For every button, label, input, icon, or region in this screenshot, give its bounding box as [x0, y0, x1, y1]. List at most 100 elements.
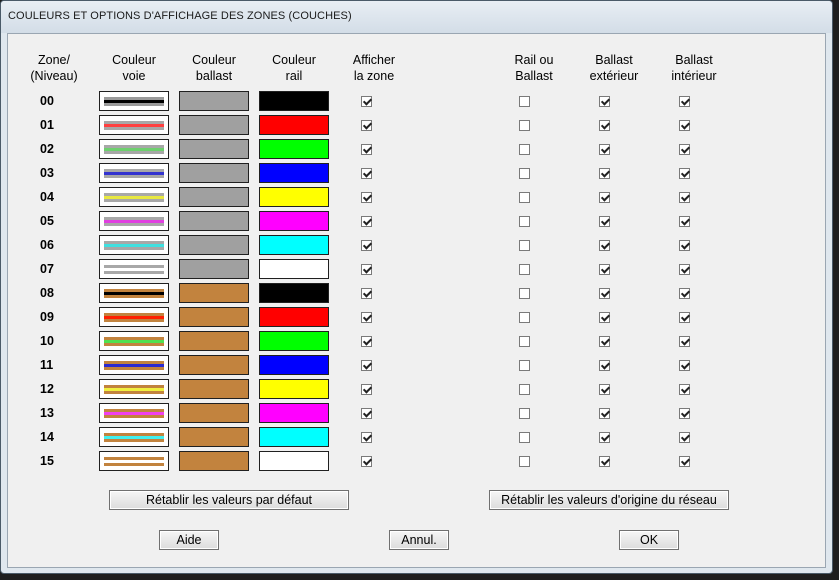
track-color-swatch[interactable] — [99, 91, 169, 111]
ballast-interior-checkbox[interactable] — [679, 432, 690, 443]
show-zone-checkbox[interactable] — [361, 408, 372, 419]
rail-or-ballast-checkbox[interactable] — [519, 120, 530, 131]
ballast-interior-checkbox[interactable] — [679, 264, 690, 275]
rail-color-swatch[interactable] — [259, 211, 329, 231]
ballast-color-swatch[interactable] — [179, 211, 249, 231]
show-zone-checkbox[interactable] — [361, 264, 372, 275]
rail-color-swatch[interactable] — [259, 451, 329, 471]
track-color-swatch[interactable] — [99, 187, 169, 207]
track-color-swatch[interactable] — [99, 115, 169, 135]
rail-or-ballast-checkbox[interactable] — [519, 216, 530, 227]
rail-or-ballast-checkbox[interactable] — [519, 360, 530, 371]
ballast-exterior-checkbox[interactable] — [599, 240, 610, 251]
track-color-swatch[interactable] — [99, 235, 169, 255]
ballast-color-swatch[interactable] — [179, 379, 249, 399]
ballast-color-swatch[interactable] — [179, 403, 249, 423]
rail-or-ballast-checkbox[interactable] — [519, 288, 530, 299]
rail-color-swatch[interactable] — [259, 163, 329, 183]
ballast-exterior-checkbox[interactable] — [599, 264, 610, 275]
ballast-color-swatch[interactable] — [179, 283, 249, 303]
ballast-exterior-checkbox[interactable] — [599, 216, 610, 227]
ballast-color-swatch[interactable] — [179, 355, 249, 375]
rail-color-swatch[interactable] — [259, 259, 329, 279]
ballast-interior-checkbox[interactable] — [679, 456, 690, 467]
ballast-color-swatch[interactable] — [179, 427, 249, 447]
rail-color-swatch[interactable] — [259, 115, 329, 135]
rail-color-swatch[interactable] — [259, 307, 329, 327]
ballast-interior-checkbox[interactable] — [679, 216, 690, 227]
show-zone-checkbox[interactable] — [361, 312, 372, 323]
rail-or-ballast-checkbox[interactable] — [519, 312, 530, 323]
rail-or-ballast-checkbox[interactable] — [519, 264, 530, 275]
rail-color-swatch[interactable] — [259, 139, 329, 159]
ballast-interior-checkbox[interactable] — [679, 96, 690, 107]
ballast-color-swatch[interactable] — [179, 115, 249, 135]
track-color-swatch[interactable] — [99, 283, 169, 303]
rail-or-ballast-checkbox[interactable] — [519, 144, 530, 155]
show-zone-checkbox[interactable] — [361, 360, 372, 371]
show-zone-checkbox[interactable] — [361, 96, 372, 107]
reset-network-button[interactable]: Rétablir les valeurs d'origine du réseau — [489, 490, 729, 510]
rail-color-swatch[interactable] — [259, 379, 329, 399]
ballast-interior-checkbox[interactable] — [679, 384, 690, 395]
track-color-swatch[interactable] — [99, 331, 169, 351]
reset-defaults-button[interactable]: Rétablir les valeurs par défaut — [109, 490, 349, 510]
track-color-swatch[interactable] — [99, 211, 169, 231]
ballast-color-swatch[interactable] — [179, 187, 249, 207]
ballast-interior-checkbox[interactable] — [679, 192, 690, 203]
rail-or-ballast-checkbox[interactable] — [519, 432, 530, 443]
track-color-swatch[interactable] — [99, 259, 169, 279]
track-color-swatch[interactable] — [99, 427, 169, 447]
track-color-swatch[interactable] — [99, 163, 169, 183]
ballast-exterior-checkbox[interactable] — [599, 120, 610, 131]
track-color-swatch[interactable] — [99, 451, 169, 471]
ballast-interior-checkbox[interactable] — [679, 360, 690, 371]
ballast-exterior-checkbox[interactable] — [599, 336, 610, 347]
ballast-interior-checkbox[interactable] — [679, 144, 690, 155]
show-zone-checkbox[interactable] — [361, 120, 372, 131]
rail-color-swatch[interactable] — [259, 403, 329, 423]
ballast-interior-checkbox[interactable] — [679, 288, 690, 299]
help-button[interactable]: Aide — [159, 530, 219, 550]
ballast-color-swatch[interactable] — [179, 91, 249, 111]
track-color-swatch[interactable] — [99, 355, 169, 375]
ballast-color-swatch[interactable] — [179, 139, 249, 159]
rail-or-ballast-checkbox[interactable] — [519, 168, 530, 179]
rail-or-ballast-checkbox[interactable] — [519, 240, 530, 251]
ballast-color-swatch[interactable] — [179, 259, 249, 279]
ok-button[interactable]: OK — [619, 530, 679, 550]
show-zone-checkbox[interactable] — [361, 216, 372, 227]
ballast-exterior-checkbox[interactable] — [599, 96, 610, 107]
show-zone-checkbox[interactable] — [361, 456, 372, 467]
show-zone-checkbox[interactable] — [361, 144, 372, 155]
track-color-swatch[interactable] — [99, 139, 169, 159]
ballast-interior-checkbox[interactable] — [679, 312, 690, 323]
rail-or-ballast-checkbox[interactable] — [519, 384, 530, 395]
ballast-interior-checkbox[interactable] — [679, 336, 690, 347]
ballast-exterior-checkbox[interactable] — [599, 360, 610, 371]
ballast-interior-checkbox[interactable] — [679, 240, 690, 251]
rail-or-ballast-checkbox[interactable] — [519, 96, 530, 107]
ballast-interior-checkbox[interactable] — [679, 120, 690, 131]
ballast-exterior-checkbox[interactable] — [599, 432, 610, 443]
ballast-interior-checkbox[interactable] — [679, 408, 690, 419]
show-zone-checkbox[interactable] — [361, 432, 372, 443]
ballast-exterior-checkbox[interactable] — [599, 456, 610, 467]
ballast-exterior-checkbox[interactable] — [599, 168, 610, 179]
track-color-swatch[interactable] — [99, 307, 169, 327]
rail-color-swatch[interactable] — [259, 235, 329, 255]
rail-color-swatch[interactable] — [259, 331, 329, 351]
ballast-exterior-checkbox[interactable] — [599, 408, 610, 419]
track-color-swatch[interactable] — [99, 403, 169, 423]
title-bar[interactable]: COULEURS ET OPTIONS D'AFFICHAGE DES ZONE… — [1, 1, 832, 33]
rail-color-swatch[interactable] — [259, 91, 329, 111]
show-zone-checkbox[interactable] — [361, 240, 372, 251]
rail-color-swatch[interactable] — [259, 427, 329, 447]
show-zone-checkbox[interactable] — [361, 192, 372, 203]
rail-color-swatch[interactable] — [259, 355, 329, 375]
rail-or-ballast-checkbox[interactable] — [519, 456, 530, 467]
cancel-button[interactable]: Annul. — [389, 530, 449, 550]
ballast-interior-checkbox[interactable] — [679, 168, 690, 179]
ballast-exterior-checkbox[interactable] — [599, 384, 610, 395]
rail-color-swatch[interactable] — [259, 283, 329, 303]
